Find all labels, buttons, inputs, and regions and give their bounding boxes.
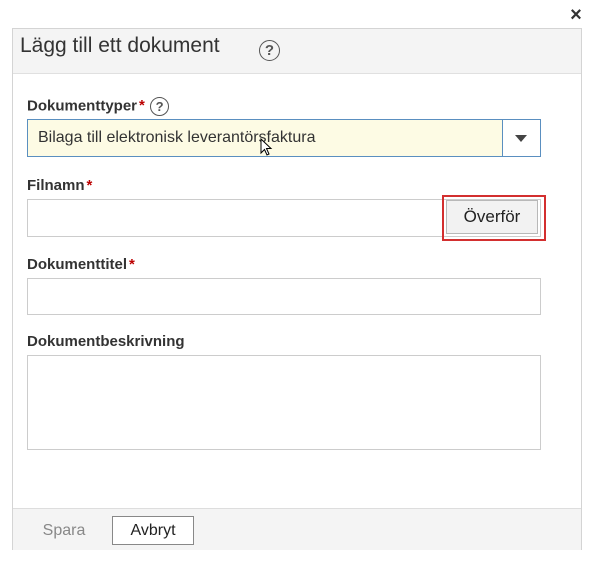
chevron-down-icon xyxy=(515,135,527,142)
cancel-button[interactable]: Avbryt xyxy=(112,516,194,545)
document-title-input[interactable] xyxy=(27,278,541,315)
close-button[interactable]: × xyxy=(566,5,586,25)
help-icon[interactable]: ? xyxy=(259,40,280,61)
required-marker: * xyxy=(139,97,145,115)
document-description-textarea[interactable] xyxy=(27,355,541,450)
dialog-footer: Spara Avbryt xyxy=(13,508,581,550)
close-icon[interactable]: × xyxy=(570,4,582,26)
document-type-label: Dokumenttyper * ? xyxy=(27,97,170,116)
dropdown-button[interactable] xyxy=(502,120,540,156)
dialog-title: Lägg till ett dokument xyxy=(20,34,220,57)
required-marker: * xyxy=(129,256,135,273)
required-marker: * xyxy=(86,177,93,194)
add-document-dialog: Lägg till ett dokument ? Dokumenttyper * … xyxy=(12,28,582,550)
save-button[interactable]: Spara xyxy=(28,516,100,545)
document-type-select[interactable]: Bilaga till elektronisk leverantörsfaktu… xyxy=(27,119,541,157)
document-description-label: Dokumentbeskrivning xyxy=(27,333,185,350)
help-icon[interactable]: ? xyxy=(150,97,170,116)
upload-button[interactable]: Överför xyxy=(446,200,538,234)
filename-label: Filnamn * xyxy=(27,177,93,194)
mouse-cursor-icon xyxy=(260,138,273,156)
document-title-label: Dokumenttitel * xyxy=(27,256,135,273)
dialog-header: Lägg till ett dokument ? xyxy=(13,29,581,74)
